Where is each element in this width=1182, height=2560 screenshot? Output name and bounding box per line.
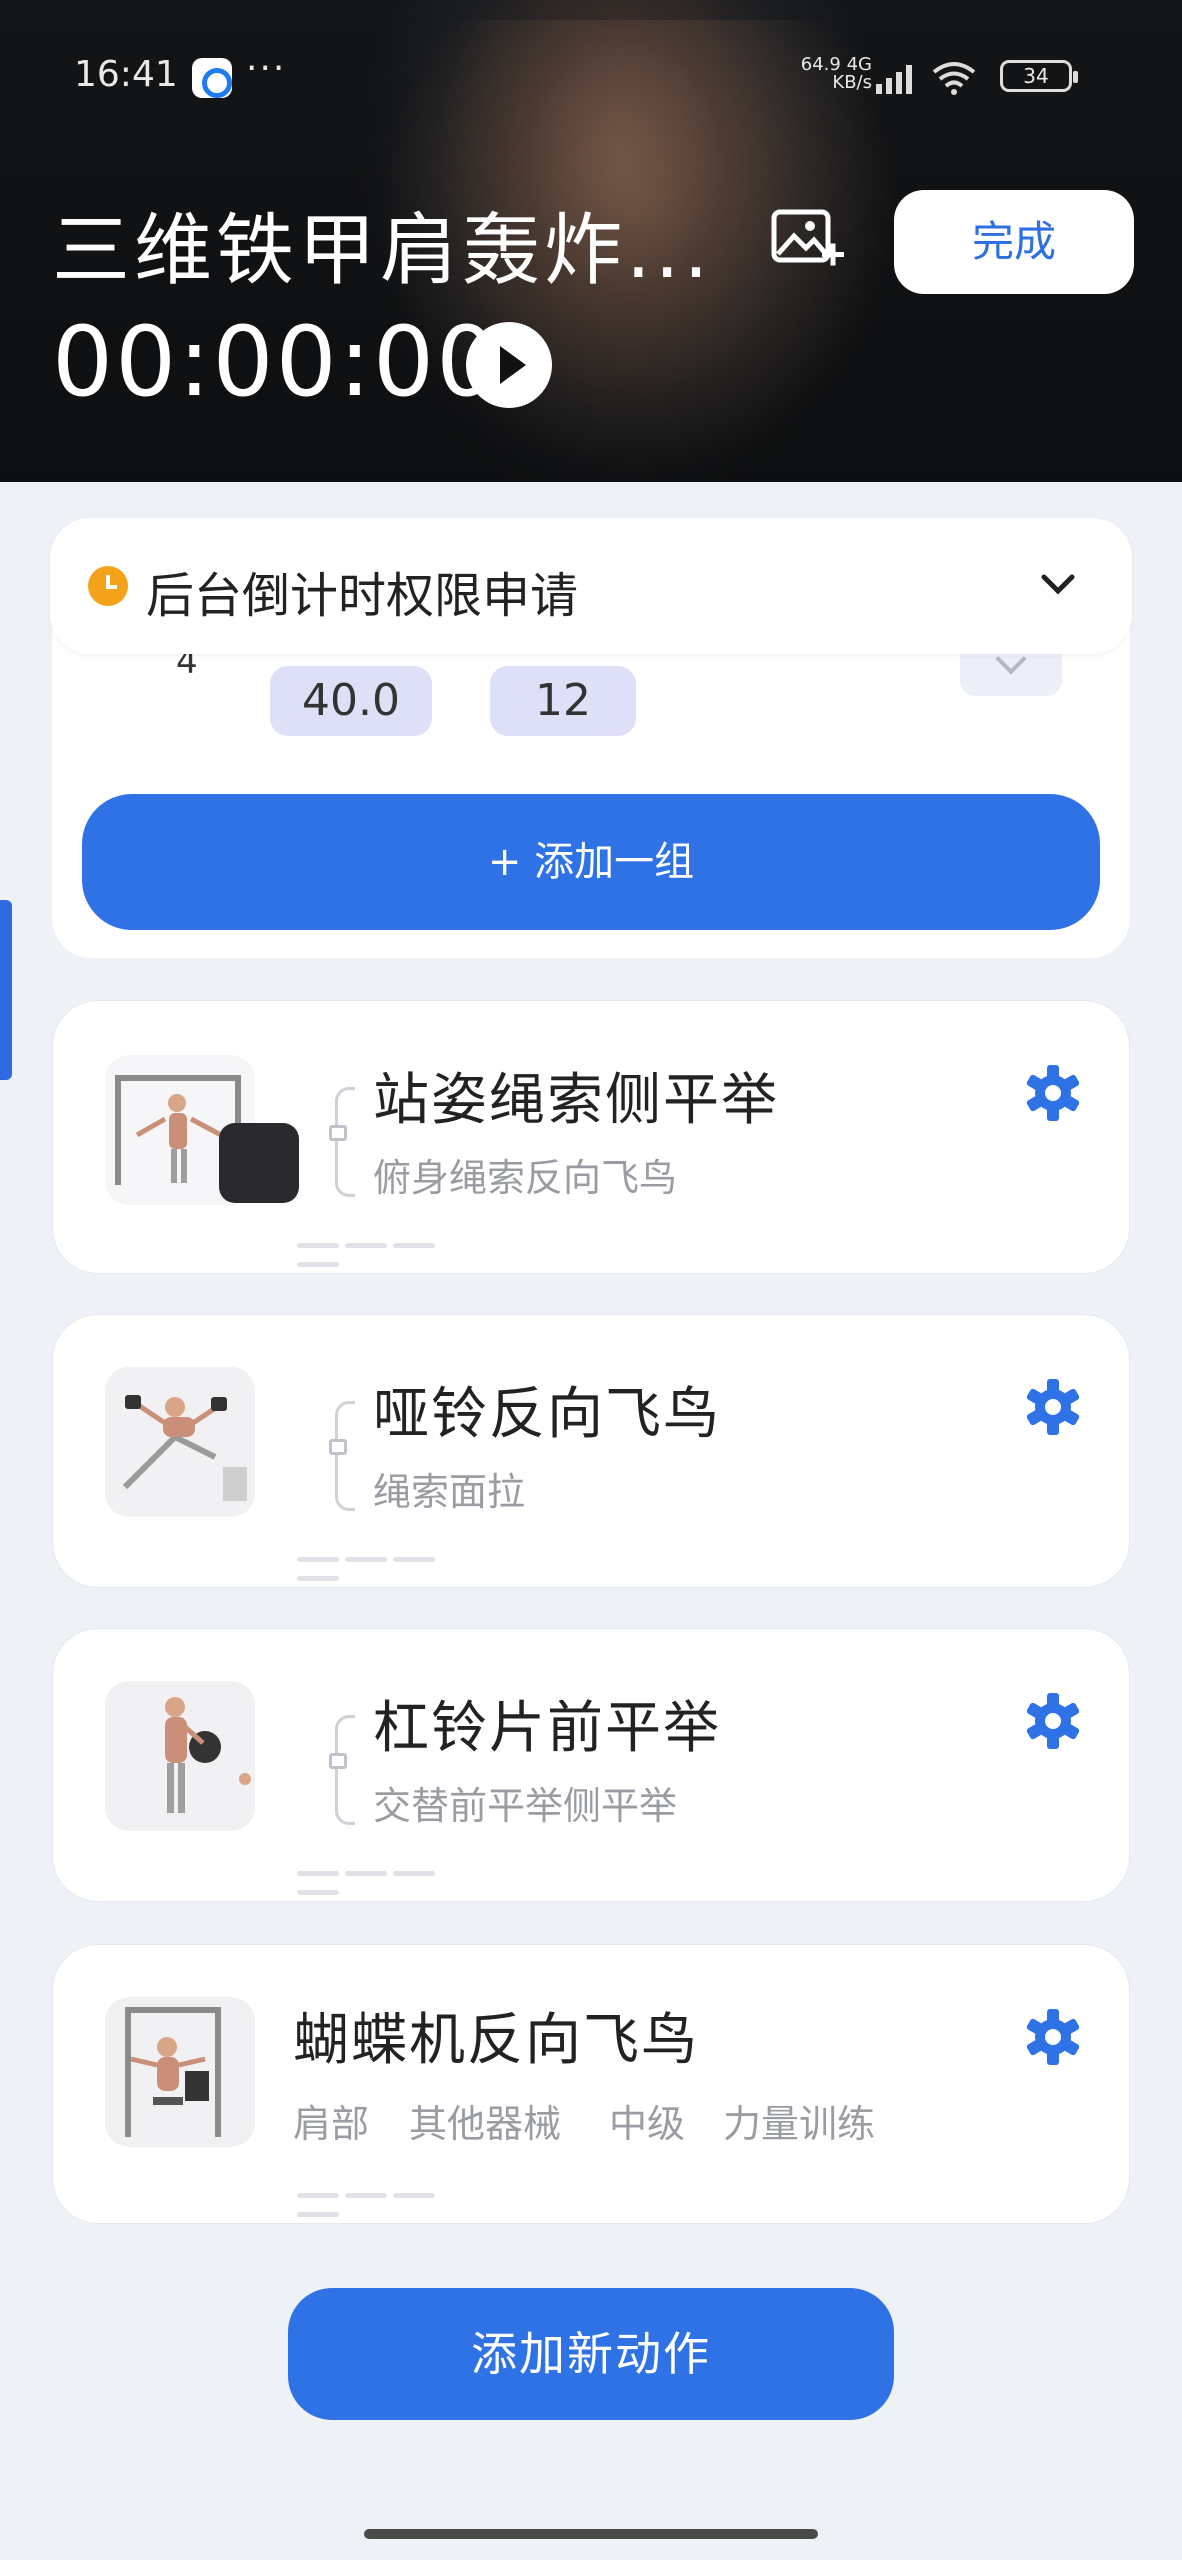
exercise-thumbnail — [105, 1681, 255, 1831]
network-speed: 64.9 4G KB/s — [801, 56, 872, 92]
superset-bracket — [335, 1087, 355, 1197]
exercise-thumbnail — [105, 1997, 255, 2147]
weight-input[interactable]: 40.0 — [270, 666, 432, 736]
butterfly-machine-icon — [125, 2007, 221, 2137]
exercise-thumbnail — [105, 1367, 255, 1517]
home-indicator[interactable] — [364, 2529, 818, 2539]
status-time: 16:41 — [74, 54, 178, 95]
background-timer-permission-banner[interactable]: 后台倒计时权限申请 — [50, 518, 1132, 654]
plate-front-raise-icon — [165, 1697, 251, 1813]
play-timer-button[interactable] — [466, 322, 552, 408]
exercise-card-1[interactable]: 站姿绳索侧平举 俯身绳索反向飞鸟 — [52, 1000, 1130, 1274]
workout-title[interactable]: 三维铁甲肩轰炸... — [52, 188, 712, 300]
gear-icon[interactable] — [1023, 1063, 1083, 1123]
add-exercise-button[interactable]: 添加新动作 — [288, 2288, 894, 2420]
wifi-icon — [932, 62, 976, 95]
permission-text: 后台倒计时权限申请 — [146, 568, 579, 624]
reps-input[interactable]: 12 — [490, 666, 636, 736]
set-editor-card: 4 40.0 12 + 添加一组 — [52, 620, 1130, 958]
exercise-tag-equipment: 其他器械 — [409, 2102, 562, 2146]
set-progress-dashes — [297, 1233, 487, 1267]
exercise-card-3[interactable]: 杠铃片前平举 交替前平举侧平举 — [52, 1628, 1130, 1902]
set-progress-dashes — [297, 1547, 487, 1581]
battery-icon: 34 — [1000, 60, 1078, 92]
exercise-tag-type: 力量训练 — [723, 2102, 876, 2146]
superset-exercise-name: 俯身绳索反向飞鸟 — [373, 1156, 678, 1200]
exercise-tag-bodypart: 肩部 — [293, 2102, 370, 2146]
exercise-tag-level: 中级 — [609, 2102, 686, 2146]
exercise-name: 站姿绳索侧平举 — [373, 1068, 779, 1133]
add-image-icon[interactable] — [770, 208, 846, 274]
app-notification-icon — [192, 58, 232, 98]
add-set-button[interactable]: + 添加一组 — [82, 794, 1100, 930]
superset-exercise-name: 绳索面拉 — [373, 1470, 526, 1514]
signal-icon — [876, 65, 912, 94]
lock-icon — [329, 1439, 347, 1455]
status-bar: 16:41 ··· 64.9 4G KB/s 34 — [74, 48, 1142, 104]
superset-exercise-name: 交替前平举侧平举 — [373, 1784, 678, 1828]
chevron-down-icon[interactable] — [1036, 562, 1080, 606]
gear-icon[interactable] — [1023, 1691, 1083, 1751]
set-progress-dashes — [297, 2183, 487, 2217]
exercise-photo-thumbnail — [219, 1123, 299, 1203]
set-progress-dashes — [297, 1861, 487, 1895]
hero-banner: 16:41 ··· 64.9 4G KB/s 34 三维铁甲肩轰炸... 完成 … — [0, 0, 1182, 482]
superset-bracket — [335, 1715, 355, 1825]
lock-icon — [329, 1753, 347, 1769]
exercise-name: 蝴蝶机反向飞鸟 — [293, 2008, 699, 2073]
lock-icon — [329, 1125, 347, 1141]
gear-icon[interactable] — [1023, 1377, 1083, 1437]
workout-timer: 00:00:00 — [52, 306, 500, 418]
superset-bracket — [335, 1401, 355, 1511]
dumbbell-fly-icon — [122, 1395, 247, 1501]
exercise-name: 哑铃反向飞鸟 — [373, 1382, 721, 1447]
net-speed-unit: KB/s — [832, 72, 872, 93]
exercise-card-4[interactable]: 蝴蝶机反向飞鸟 肩部 其他器械 中级 力量训练 — [52, 1944, 1130, 2224]
exercise-name: 杠铃片前平举 — [373, 1696, 721, 1761]
more-notifications-icon: ··· — [246, 48, 287, 89]
done-button[interactable]: 完成 — [894, 190, 1134, 294]
exercise-card-2[interactable]: 哑铃反向飞鸟 绳索面拉 — [52, 1314, 1130, 1588]
gear-icon[interactable] — [1023, 2007, 1083, 2067]
clock-icon — [88, 566, 128, 606]
scroll-indicator[interactable] — [0, 900, 12, 1080]
